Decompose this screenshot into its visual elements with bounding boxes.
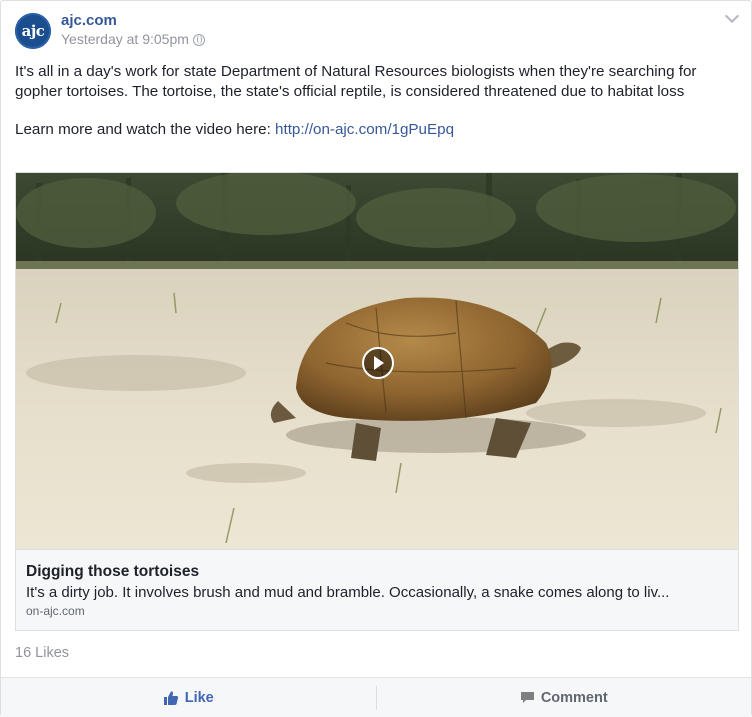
play-icon[interactable] xyxy=(362,347,394,379)
post-message: It's all in a day's work for state Depar… xyxy=(15,62,739,140)
link-prefix-text: Learn more and watch the video here: xyxy=(15,121,276,138)
avatar-logo-text: ajc xyxy=(21,22,45,40)
comment-icon xyxy=(520,691,534,703)
timestamp-text[interactable]: Yesterday at 9:05pm xyxy=(61,31,189,47)
link-domain: on-ajc.com xyxy=(26,604,85,618)
video-thumbnail[interactable] xyxy=(16,173,738,549)
post-link-line: Learn more and watch the video here: htt… xyxy=(15,120,739,140)
comment-label: Comment xyxy=(540,689,608,706)
post-card: ajc ajc.com Yesterday at 9:05pm It's all… xyxy=(0,0,752,717)
post-header: ajc ajc.com Yesterday at 9:05pm xyxy=(15,11,735,51)
globe-icon xyxy=(192,34,205,46)
link-description: It's a dirty job. It involves brush and … xyxy=(26,584,670,601)
link-preview-meta[interactable]: Digging those tortoises It's a dirty job… xyxy=(16,549,738,630)
link-attachment[interactable]: Digging those tortoises It's a dirty job… xyxy=(15,172,739,631)
likes-count[interactable]: 16 Likes xyxy=(15,645,69,661)
page-name-link[interactable]: ajc.com xyxy=(61,12,117,29)
comment-button[interactable]: Comment xyxy=(377,678,752,717)
avatar[interactable]: ajc xyxy=(15,13,51,49)
post-url-link[interactable]: http://on-ajc.com/1gPuEpq xyxy=(275,121,454,138)
link-title[interactable]: Digging those tortoises xyxy=(26,562,730,581)
like-label: Like xyxy=(184,689,214,706)
thumbs-up-icon xyxy=(163,690,178,705)
action-bar: Like Comment xyxy=(1,677,751,717)
post-timestamp[interactable]: Yesterday at 9:05pm xyxy=(61,31,205,47)
like-button[interactable]: Like xyxy=(1,678,376,717)
post-body-text: It's all in a day's work for state Depar… xyxy=(15,63,697,100)
